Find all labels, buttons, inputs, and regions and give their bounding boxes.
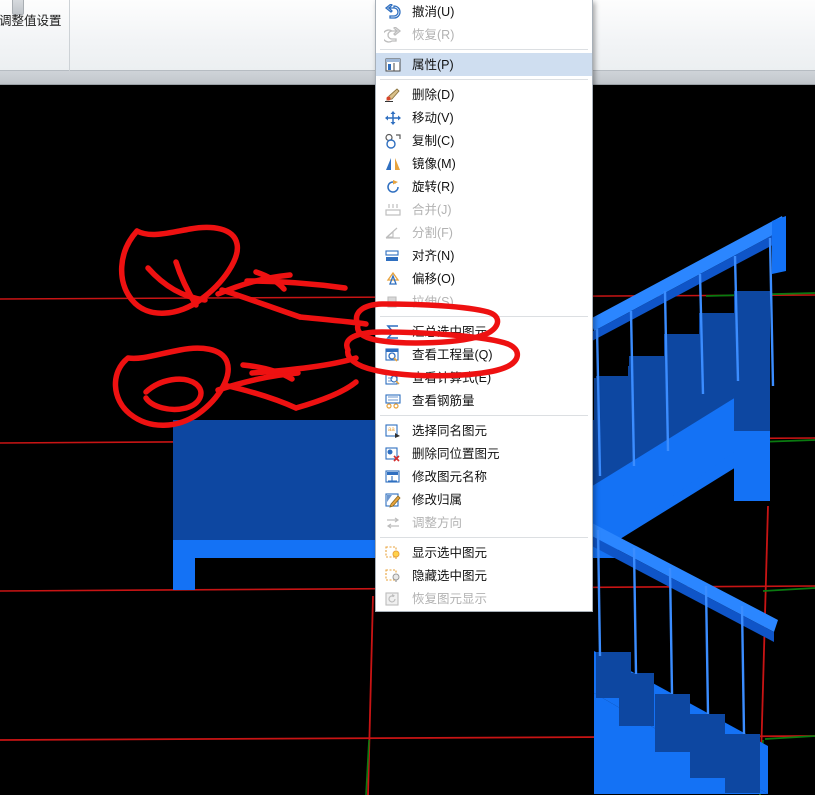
menu-item-view-rebar[interactable]: 查看钢筋量 xyxy=(376,389,592,412)
menu-item-label: 旋转(R) xyxy=(412,179,455,194)
view-quantity-icon xyxy=(382,346,404,364)
menu-item-properties-panel[interactable]: 属性(P) xyxy=(376,53,592,76)
copy-icon xyxy=(382,132,404,150)
drag-grip-icon[interactable] xyxy=(12,0,24,15)
menu-item-delete-brush[interactable]: 删除(D) xyxy=(376,83,592,106)
menu-item-select-same-name[interactable]: aa 选择同名图元 xyxy=(376,419,592,442)
menu-item-hide-selected[interactable]: 隐藏选中图元 xyxy=(376,564,592,587)
move-cross-icon xyxy=(382,109,404,127)
rotate-icon xyxy=(382,178,404,196)
menu-item-label: 显示选中图元 xyxy=(412,545,488,560)
panel-divider xyxy=(69,0,70,71)
menu-item-copy[interactable]: 复制(C) xyxy=(376,129,592,152)
menu-item-label: 移动(V) xyxy=(412,110,454,125)
lower-staircase xyxy=(590,523,778,794)
menu-item-rename-element[interactable]: 修改图元名称 xyxy=(376,465,592,488)
menu-item-merge: 合并(J) xyxy=(376,198,592,221)
svg-text:aa: aa xyxy=(388,427,395,433)
menu-item-label: 查看工程量(Q) xyxy=(412,347,493,362)
menu-item-change-owner[interactable]: 修改归属 xyxy=(376,488,592,511)
menu-item-label: 属性(P) xyxy=(412,57,454,72)
menu-item-label: 恢复(R) xyxy=(412,27,455,42)
menu-item-stretch: 拉伸(S) xyxy=(376,290,592,313)
menu-item-label: 删除(D) xyxy=(412,87,455,102)
hide-selected-icon xyxy=(382,567,404,585)
view-formula-icon xyxy=(382,369,404,387)
menu-item-sigma-sum[interactable]: 汇总选中图元 xyxy=(376,320,592,343)
menu-item-adjust-direction: 调整方向 xyxy=(376,511,592,534)
menu-item-label: 查看钢筋量 xyxy=(412,393,475,408)
menu-separator xyxy=(380,49,588,50)
menu-item-restore-display: 恢复图元显示 xyxy=(376,587,592,610)
menu-item-split: 分割(F) xyxy=(376,221,592,244)
menu-item-label: 隐藏选中图元 xyxy=(412,568,488,583)
menu-item-view-formula[interactable]: 查看计算式(E) xyxy=(376,366,592,389)
adjust-value-settings-label: 调整值设置 xyxy=(0,14,62,28)
menu-item-label: 修改归属 xyxy=(412,492,463,507)
menu-item-label: 偏移(O) xyxy=(412,271,456,286)
adjust-direction-icon xyxy=(382,514,404,532)
sigma-sum-icon xyxy=(382,323,404,341)
view-rebar-icon xyxy=(382,392,404,410)
menu-item-label: 合并(J) xyxy=(412,202,452,217)
properties-panel-icon xyxy=(382,56,404,74)
menu-item-label: 拉伸(S) xyxy=(412,294,454,309)
menu-item-label: 复制(C) xyxy=(412,133,455,148)
menu-item-label: 分割(F) xyxy=(412,225,453,240)
menu-item-rotate[interactable]: 旋转(R) xyxy=(376,175,592,198)
menu-item-view-quantity[interactable]: 查看工程量(Q) xyxy=(376,343,592,366)
menu-item-label: 镜像(M) xyxy=(412,156,456,171)
select-same-name-icon: aa xyxy=(382,422,404,440)
align-icon xyxy=(382,247,404,265)
change-owner-icon xyxy=(382,491,404,509)
menu-item-label: 修改图元名称 xyxy=(412,469,488,484)
stretch-icon xyxy=(382,293,404,311)
offset-icon xyxy=(382,270,404,288)
menu-item-undo-arrow[interactable]: 撤消(U) xyxy=(376,0,592,23)
mirror-icon xyxy=(382,155,404,173)
show-selected-icon xyxy=(382,544,404,562)
menu-item-delete-same-position[interactable]: 删除同位置图元 xyxy=(376,442,592,465)
rename-element-icon xyxy=(382,468,404,486)
upper-staircase xyxy=(560,216,786,556)
menu-item-mirror[interactable]: 镜像(M) xyxy=(376,152,592,175)
restore-display-icon xyxy=(382,590,404,608)
menu-item-label: 对齐(N) xyxy=(412,248,455,263)
menu-item-redo-arrow: 恢复(R) xyxy=(376,23,592,46)
context-menu[interactable]: 撤消(U) 恢复(R) 属性(P) 删除(D) 移动(V) 复制(C) 镜像(M) 旋转(R)… xyxy=(375,0,593,612)
redo-arrow-icon xyxy=(382,26,404,44)
menu-item-align[interactable]: 对齐(N) xyxy=(376,244,592,267)
delete-same-position-icon xyxy=(382,445,404,463)
menu-item-label: 选择同名图元 xyxy=(412,423,488,438)
menu-item-label: 撤消(U) xyxy=(412,4,455,19)
menu-item-label: 删除同位置图元 xyxy=(412,446,500,461)
menu-item-move-cross[interactable]: 移动(V) xyxy=(376,106,592,129)
menu-item-label: 汇总选中图元 xyxy=(412,324,488,339)
delete-brush-icon xyxy=(382,86,404,104)
split-icon xyxy=(382,224,404,242)
menu-separator xyxy=(380,537,588,538)
menu-separator xyxy=(380,415,588,416)
menu-item-label: 查看计算式(E) xyxy=(412,370,492,385)
merge-icon xyxy=(382,201,404,219)
menu-separator xyxy=(380,79,588,80)
menu-item-show-selected[interactable]: 显示选中图元 xyxy=(376,541,592,564)
menu-item-label: 恢复图元显示 xyxy=(412,591,488,606)
undo-arrow-icon xyxy=(382,3,404,21)
menu-item-label: 调整方向 xyxy=(412,515,463,530)
menu-item-offset[interactable]: 偏移(O) xyxy=(376,267,592,290)
menu-separator xyxy=(380,316,588,317)
